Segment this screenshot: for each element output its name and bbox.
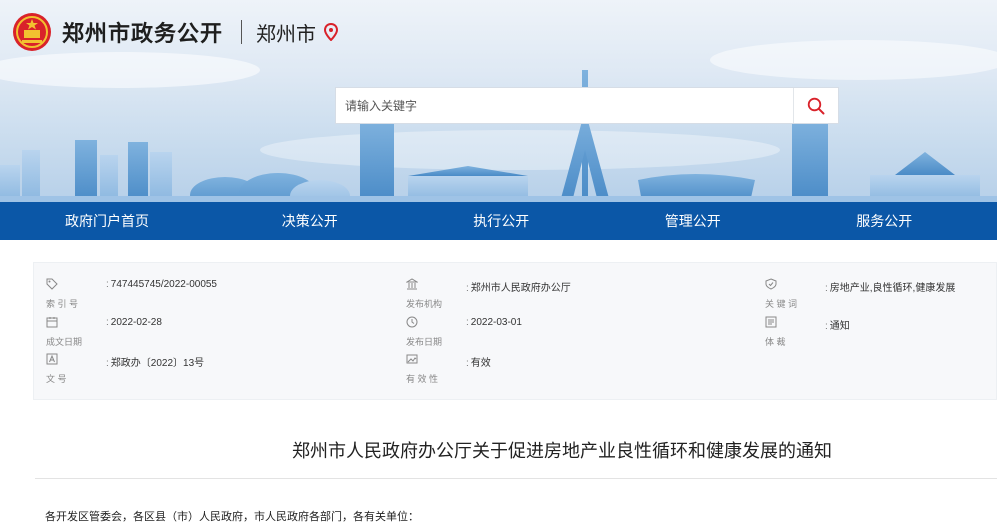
info-value: 2022-02-28 — [106, 317, 162, 328]
shield-icon — [765, 278, 777, 290]
info-value: 房地产业,良性循环,健康发展 — [825, 279, 956, 294]
tag-icon — [46, 278, 58, 290]
search-input[interactable] — [336, 88, 793, 123]
article-salutation: 各开发区管委会，各区县（市）人民政府，市人民政府各部门，各有关单位： — [45, 511, 419, 523]
info-label: 关 键 词 — [765, 299, 798, 309]
info-value: 2022-03-01 — [466, 317, 522, 328]
nav-item-management[interactable]: 管理公开 — [597, 202, 789, 240]
info-value: 通知 — [825, 317, 850, 332]
info-label: 发布日期 — [406, 337, 443, 347]
location-pin-icon[interactable] — [324, 23, 339, 41]
info-label: 发布机构 — [406, 299, 443, 309]
document-info-panel: 747445745/2022-00055 索 引 号 2022-02-28 成文… — [33, 262, 997, 400]
header-banner: 郑州市政务公开 郑州市 — [0, 0, 997, 202]
site-title: 郑州市政务公开 — [62, 21, 224, 46]
main-nav: 政府门户首页 决策公开 执行公开 管理公开 服务公开 — [0, 202, 997, 240]
search-icon — [807, 97, 825, 114]
info-value: 747445745/2022-00055 — [106, 279, 217, 290]
search-bar — [335, 87, 839, 124]
institution-icon — [406, 278, 418, 290]
document-number-icon — [46, 353, 58, 365]
info-value: 有效 — [466, 354, 491, 369]
nav-item-execution[interactable]: 执行公开 — [406, 202, 598, 240]
info-value: 郑政办〔2022〕13号 — [106, 354, 204, 369]
image-icon — [406, 354, 418, 364]
nav-item-portal-home[interactable]: 政府门户首页 — [0, 202, 214, 240]
info-value: 郑州市人民政府办公厅 — [466, 279, 571, 294]
city-name: 郑州市 — [256, 23, 317, 46]
info-label: 索 引 号 — [46, 299, 79, 309]
info-label: 文 号 — [46, 374, 67, 384]
info-label: 有 效 性 — [406, 374, 439, 384]
clock-icon — [406, 316, 418, 328]
search-button[interactable] — [793, 88, 838, 123]
site-logo[interactable]: 郑州市政务公开 郑州市 — [12, 10, 339, 54]
title-divider — [241, 20, 243, 44]
national-emblem-icon — [13, 13, 51, 51]
info-label: 成文日期 — [46, 337, 83, 347]
list-icon — [765, 316, 777, 328]
info-label: 体 裁 — [765, 337, 786, 347]
title-divider-line — [35, 478, 997, 479]
nav-item-service[interactable]: 服务公开 — [789, 202, 981, 240]
calendar-icon — [46, 317, 58, 328]
article-title: 郑州市人民政府办公厅关于促进房地产业良性循环和健康发展的通知 — [292, 441, 832, 461]
nav-item-decision[interactable]: 决策公开 — [214, 202, 406, 240]
